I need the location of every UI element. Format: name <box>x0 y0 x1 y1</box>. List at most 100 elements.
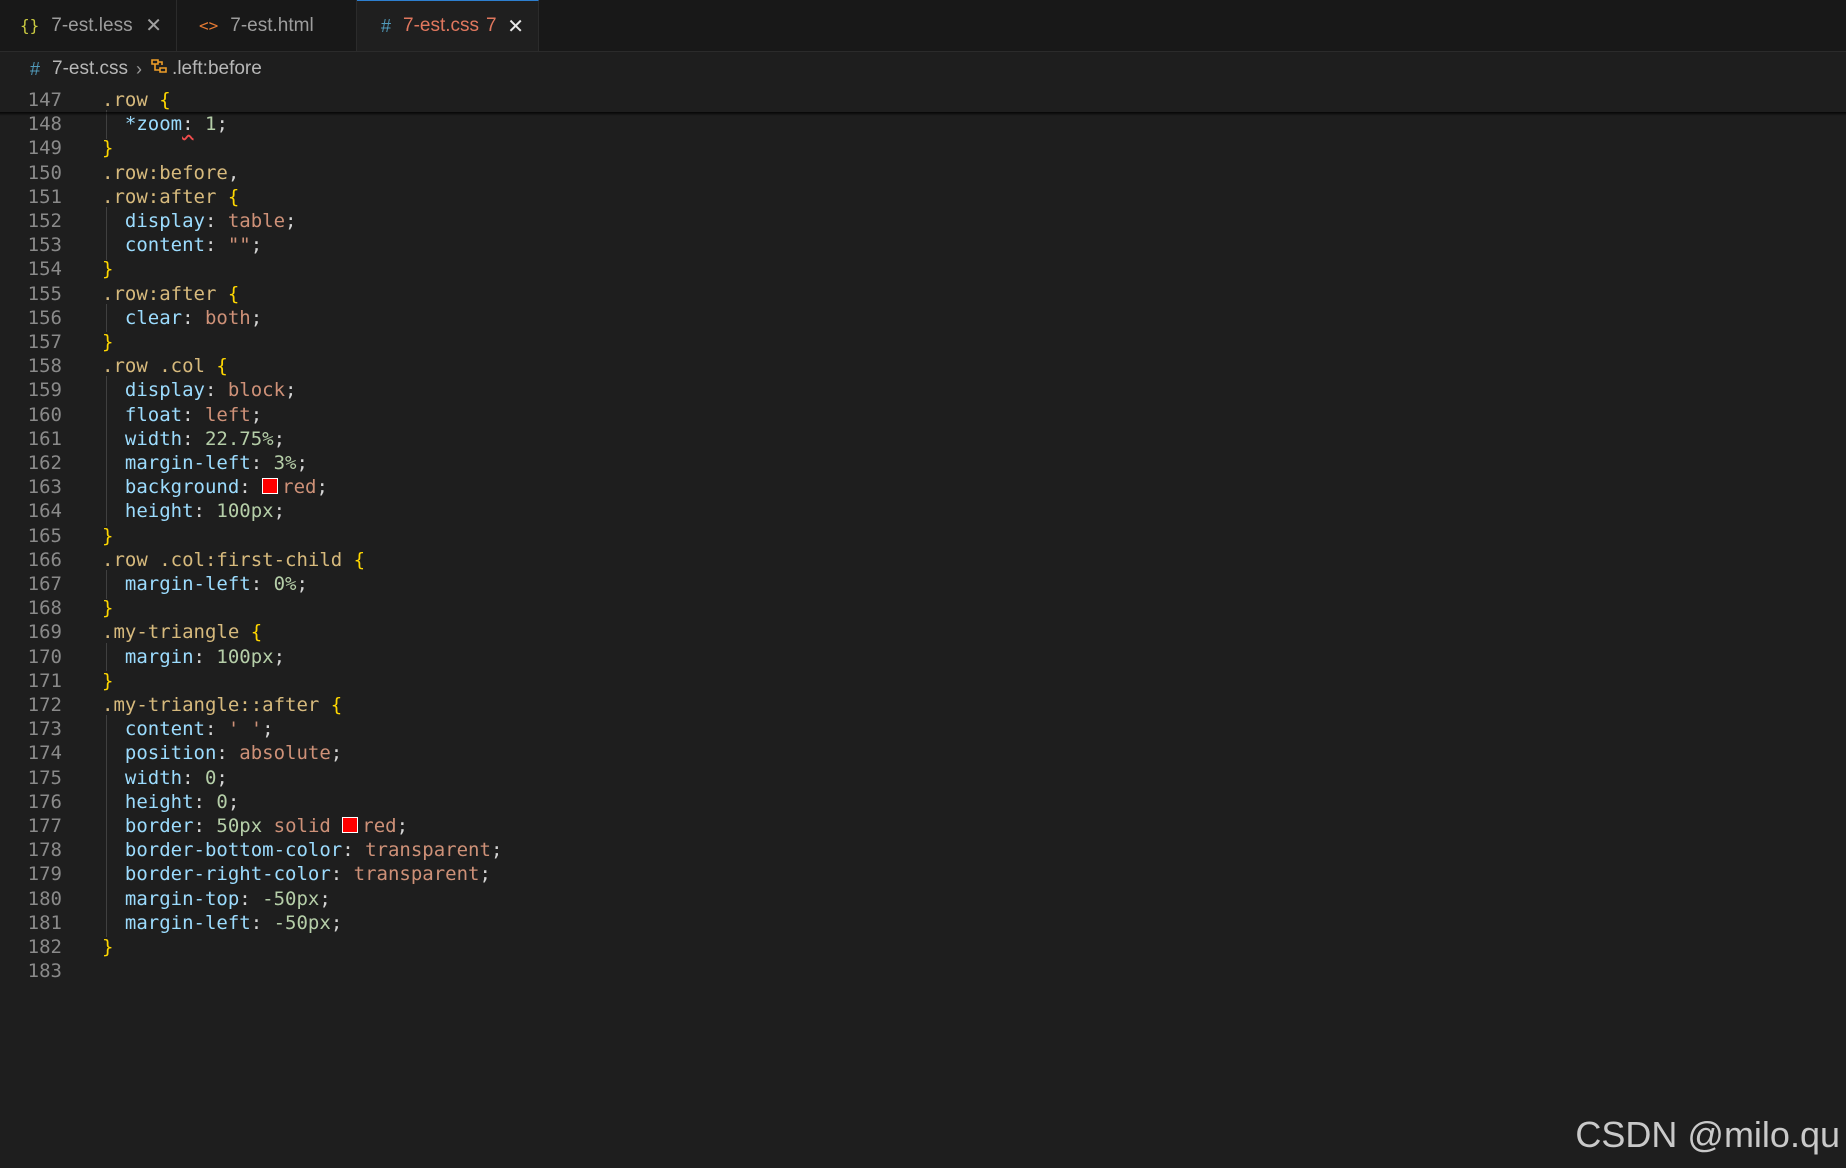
code-token: margin-left <box>102 911 251 934</box>
code-token: : <box>182 113 194 136</box>
code-token: : <box>204 718 228 741</box>
code-token: ; <box>250 403 263 426</box>
code-token: : <box>182 427 205 450</box>
code-token: float <box>102 403 183 426</box>
code-token: } <box>102 258 114 281</box>
code-token: : <box>239 887 263 910</box>
code-token: background <box>102 476 240 499</box>
sticky-scroll-shadow <box>0 112 1846 116</box>
code-token: -50px <box>273 911 331 934</box>
tab-7-est-html[interactable]: <> 7-est.html <box>177 0 357 51</box>
code-token: : <box>193 500 217 523</box>
code-token: { <box>330 694 343 716</box>
close-icon[interactable]: ✕ <box>507 14 524 38</box>
editor-tab-bar: {} 7-est.less ✕ <> 7-est.html # 7-est.cs… <box>0 0 1846 52</box>
code-token: ; <box>250 234 263 257</box>
code-token: .row:after <box>102 282 228 305</box>
code-token: transparent <box>353 863 480 886</box>
code-token: : <box>330 863 354 886</box>
code-token: width <box>102 766 183 789</box>
code-editor[interactable]: 147 .row {148 *zoom: 1; 149} 150 .row:before… <box>0 86 1846 1168</box>
code-token: : <box>193 645 217 668</box>
code-token: .row:before <box>102 161 228 184</box>
breadcrumb-symbol[interactable]: .left:before <box>172 58 262 80</box>
code-token: : <box>182 306 205 329</box>
code-token: "" <box>227 234 251 257</box>
code-token: : <box>250 452 274 474</box>
code-token: solid <box>273 815 331 837</box>
code-token: { <box>216 355 228 378</box>
code-token: : <box>193 815 217 837</box>
code-token: ; <box>216 113 228 136</box>
code-token: 3% <box>273 452 297 474</box>
code-token: transparent <box>365 839 491 862</box>
color-swatch-icon[interactable] <box>342 817 359 833</box>
tab-7-est-css[interactable]: # 7-est.css 7 ✕ <box>357 0 539 51</box>
code-token: red <box>282 476 317 499</box>
code-token: ; <box>330 911 343 934</box>
html-file-icon: <> <box>199 16 219 35</box>
code-token: : <box>193 790 217 813</box>
code-token: content <box>102 718 205 741</box>
tab-label: 7-est.html <box>230 14 314 36</box>
code-token: .row <box>102 89 160 111</box>
code-token: margin <box>102 645 194 668</box>
code-token: .my-triangle::after <box>102 694 331 716</box>
code-token: : <box>204 234 228 257</box>
code-token: } <box>102 137 114 160</box>
code-token: border-bottom-color <box>102 839 343 862</box>
code-token: } <box>102 669 114 692</box>
code-token: } <box>102 331 114 353</box>
code-token: { <box>250 621 263 644</box>
code-token: display <box>102 210 205 232</box>
code-token: 100px <box>216 645 274 668</box>
code-token: ; <box>216 766 228 789</box>
css-file-icon: # <box>30 58 41 79</box>
code-token: ; <box>285 379 297 402</box>
tab-label: 7-est.less <box>51 14 133 36</box>
code-token: } <box>102 936 114 958</box>
chevron-right-icon: › <box>136 58 143 79</box>
code-token: : <box>204 379 228 402</box>
code-token: left <box>204 403 251 426</box>
code-token: -50px <box>262 887 320 910</box>
line-number: 183 <box>27 960 62 983</box>
code-token: height <box>102 790 194 813</box>
code-token: ; <box>396 815 409 837</box>
code-token: ; <box>273 500 286 523</box>
code-token: absolute <box>239 742 331 765</box>
breadcrumb-file[interactable]: 7-est.css <box>52 58 128 80</box>
close-icon[interactable]: ✕ <box>145 13 162 37</box>
code-token: border-right-color <box>102 863 331 886</box>
code-line[interactable]: 183 <box>0 957 1846 986</box>
color-swatch-icon[interactable] <box>262 478 279 495</box>
code-token: ; <box>273 645 286 668</box>
code-token: .row:after <box>102 185 228 208</box>
code-token: ; <box>330 742 343 765</box>
tab-7-est-less[interactable]: {} 7-est.less ✕ <box>0 0 177 51</box>
watermark: CSDN @milo.qu <box>1575 1114 1840 1155</box>
code-token: { <box>159 89 171 111</box>
code-token: ; <box>262 718 274 741</box>
code-token: : <box>204 210 228 232</box>
code-token: ' ' <box>227 718 263 741</box>
code-token: } <box>102 524 114 547</box>
code-token: .row .col <box>102 355 217 378</box>
code-token: 100px <box>216 500 274 523</box>
code-token: margin-top <box>102 887 240 910</box>
code-token: 22.75% <box>204 427 274 450</box>
code-token: *zoom <box>102 113 183 136</box>
code-token: red <box>362 815 397 837</box>
code-token: , <box>227 161 240 184</box>
code-token: ; <box>319 887 331 910</box>
code-token: 0 <box>204 766 217 789</box>
symbol-class-icon <box>150 57 168 81</box>
code-token: display <box>102 379 205 402</box>
code-token: { <box>227 282 240 305</box>
code-token: : <box>182 403 205 426</box>
code-token: ; <box>490 839 503 862</box>
code-token: 50px <box>216 815 263 837</box>
code-token: 0 <box>216 790 228 813</box>
